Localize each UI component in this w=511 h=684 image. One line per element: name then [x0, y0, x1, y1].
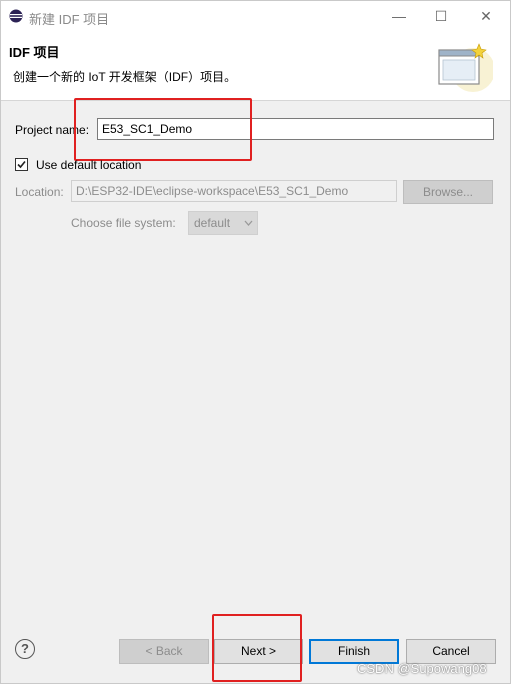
file-system-select[interactable]: default	[188, 211, 258, 235]
wizard-header: IDF 项目 创建一个新的 IoT 开发框架（IDF）项目。	[1, 32, 510, 101]
checkmark-icon	[17, 160, 26, 169]
file-system-label: Choose file system:	[71, 216, 176, 230]
close-button[interactable]: ✕	[476, 6, 496, 26]
browse-button[interactable]: Browse...	[403, 180, 493, 204]
maximize-button[interactable]: ☐	[431, 6, 451, 26]
watermark: CSDN @Supowang08	[357, 661, 487, 676]
eclipse-app-icon	[9, 9, 23, 23]
chevron-down-icon	[244, 220, 253, 226]
new-idf-project-dialog: 新建 IDF 项目 — ☐ ✕ IDF 项目 创建一个新的 IoT 开发框架（I…	[0, 0, 511, 684]
highlight-box-project-name	[74, 98, 252, 161]
location-label: Location:	[15, 185, 64, 199]
highlight-box-next	[212, 614, 302, 682]
page-description: 创建一个新的 IoT 开发框架（IDF）项目。	[13, 70, 237, 84]
window-title: 新建 IDF 项目	[29, 12, 110, 27]
help-icon[interactable]: ?	[15, 639, 35, 659]
file-system-value: default	[194, 216, 231, 230]
new-project-wizard-icon	[438, 43, 493, 92]
use-default-location-label: Use default location	[36, 158, 142, 172]
use-default-location-checkbox[interactable]	[15, 158, 28, 171]
page-title: IDF 项目	[9, 45, 60, 60]
location-input[interactable]: D:\ESP32-IDE\eclipse-workspace\E53_SC1_D…	[71, 180, 397, 202]
title-bar: 新建 IDF 项目 — ☐ ✕	[1, 1, 510, 32]
minimize-button[interactable]: —	[389, 6, 409, 26]
back-button[interactable]: < Back	[119, 639, 209, 664]
